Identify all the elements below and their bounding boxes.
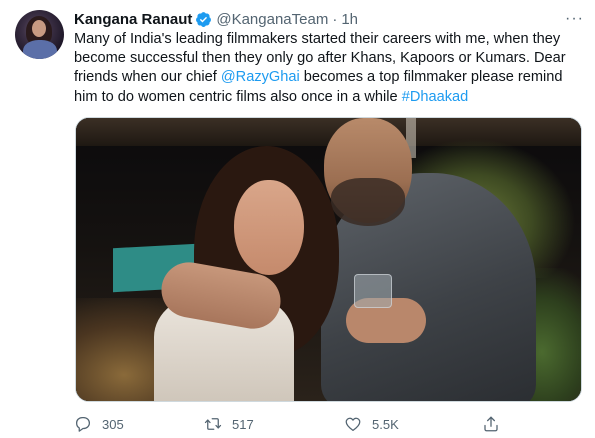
heart-icon bbox=[345, 417, 361, 432]
text-segment: becomes a top filmmaker please remind bbox=[299, 69, 563, 86]
retweet-count: 517 bbox=[232, 416, 254, 432]
like-count: 5.5K bbox=[372, 416, 399, 432]
avatar-body-shape bbox=[23, 40, 57, 59]
retweet-icon bbox=[204, 418, 222, 430]
tweet-text-line: friends when our chief @RazyGhai becomes… bbox=[74, 68, 586, 87]
text-segment: Many of India's leading filmmakers start… bbox=[74, 31, 561, 47]
text-segment: him to do women centric films also once … bbox=[74, 88, 402, 105]
text-segment: friends when our chief bbox=[74, 69, 221, 86]
retweet-button[interactable]: 517 bbox=[204, 413, 254, 435]
tweet-text-line: become successful then they only go afte… bbox=[74, 49, 586, 68]
author-handle[interactable]: @KanganaTeam bbox=[216, 11, 328, 28]
reply-count: 305 bbox=[102, 416, 124, 432]
reply-button[interactable]: 305 bbox=[74, 413, 124, 435]
avatar-face-shape bbox=[32, 20, 46, 37]
tweet-photo[interactable] bbox=[75, 117, 582, 402]
more-options-icon[interactable]: ··· bbox=[565, 10, 583, 28]
author-name[interactable]: Kangana Ranaut bbox=[74, 11, 192, 28]
tweet-text: Many of India's leading filmmakers start… bbox=[74, 30, 586, 107]
tweet-header: Kangana Ranaut @KanganaTeam · 1h bbox=[74, 9, 358, 29]
text-segment: become successful then they only go afte… bbox=[74, 50, 566, 67]
reply-icon bbox=[75, 416, 91, 432]
tweet-card[interactable]: Kangana Ranaut @KanganaTeam · 1h ··· Man… bbox=[0, 0, 595, 438]
hashtag-link[interactable]: #Dhaakad bbox=[402, 89, 469, 105]
mention-link[interactable]: @RazyGhai bbox=[221, 69, 300, 85]
tweet-timestamp[interactable]: 1h bbox=[341, 11, 358, 28]
tweet-text-line: Many of India's leading filmmakers start… bbox=[74, 30, 586, 49]
share-icon bbox=[484, 416, 498, 432]
photo-glass-shape bbox=[354, 274, 392, 308]
avatar[interactable] bbox=[15, 10, 64, 59]
tweet-text-line: him to do women centric films also once … bbox=[74, 88, 586, 107]
header-separator: · bbox=[332, 10, 338, 28]
share-button[interactable] bbox=[482, 413, 500, 435]
photo-man-beard bbox=[331, 178, 405, 226]
photo-woman-face bbox=[234, 180, 304, 275]
verified-badge-icon bbox=[196, 11, 212, 27]
tweet-actions: 305 517 5.5K bbox=[74, 413, 594, 435]
like-button[interactable]: 5.5K bbox=[344, 413, 399, 435]
